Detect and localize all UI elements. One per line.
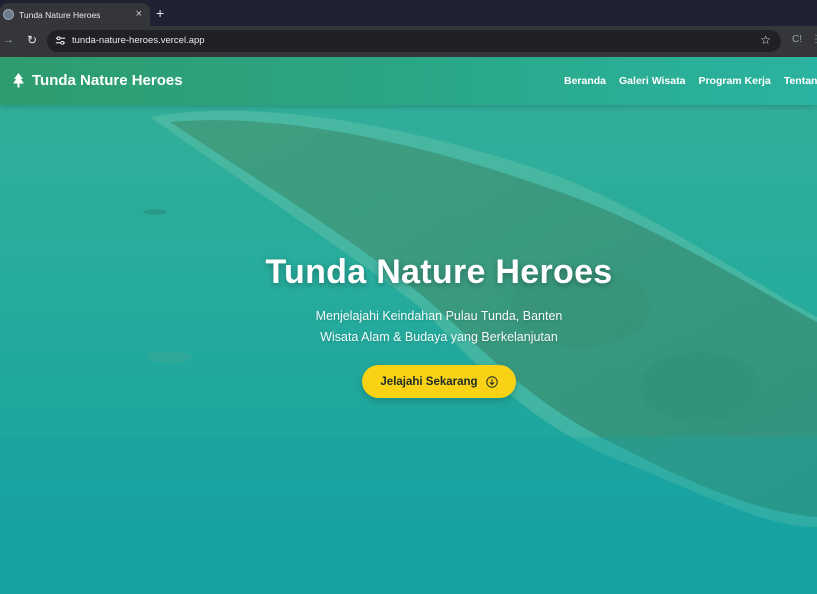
browser-tab-bar: Tunda Nature Heroes × + <box>0 0 817 26</box>
nav-link-galeri-wisata[interactable]: Galeri Wisata <box>619 75 685 87</box>
tab-favicon-icon <box>3 9 14 20</box>
bookmark-star-icon[interactable]: ☆ <box>760 33 771 47</box>
tab-title: Tunda Nature Heroes <box>19 9 101 20</box>
explore-now-label: Jelajahi Sekarang <box>380 375 478 388</box>
forward-icon[interactable]: → <box>3 34 14 46</box>
menu-icon[interactable]: ⋮ <box>811 34 817 45</box>
url-text[interactable]: tunda-nature-heroes.vercel.app <box>72 35 205 46</box>
nav-links: Beranda Galeri Wisata Program Kerja Tent… <box>564 75 817 87</box>
nav-link-beranda[interactable]: Beranda <box>564 75 606 87</box>
new-tab-button[interactable]: + <box>156 5 164 21</box>
brand-name: Tunda Nature Heroes <box>32 72 183 89</box>
address-bar[interactable]: tunda-nature-heroes.vercel.app ☆ <box>47 30 781 52</box>
site-info-icon[interactable] <box>55 35 66 46</box>
arrow-down-circle-icon <box>485 375 498 388</box>
nav-link-program-kerja[interactable]: Program Kerja <box>698 75 770 87</box>
extension-icon[interactable]: C! <box>792 34 802 45</box>
reload-icon[interactable]: ↻ <box>27 33 37 47</box>
hero-subtitle: Menjelajahi Keindahan Pulau Tunda, Bante… <box>0 306 817 348</box>
tree-icon <box>13 72 24 87</box>
tab-close-icon[interactable]: × <box>136 7 142 21</box>
explore-now-button[interactable]: Jelajahi Sekarang <box>362 365 516 398</box>
browser-tab[interactable]: Tunda Nature Heroes × <box>0 3 150 26</box>
nav-link-tentang[interactable]: Tentang <box>784 75 817 87</box>
site-brand[interactable]: Tunda Nature Heroes <box>12 72 183 89</box>
hero-section: Tunda Nature Heroes Beranda Galeri Wisat… <box>0 57 817 594</box>
hero-content: Tunda Nature Heroes Menjelajahi Keindaha… <box>0 253 817 398</box>
hero-subtitle-line-2: Wisata Alam & Budaya yang Berkelanjutan <box>320 330 558 344</box>
hero-subtitle-line-1: Menjelajahi Keindahan Pulau Tunda, Bante… <box>315 309 563 323</box>
site-navbar: Tunda Nature Heroes Beranda Galeri Wisat… <box>0 57 817 105</box>
hero-title: Tunda Nature Heroes <box>265 253 613 291</box>
browser-toolbar: → ↻ tunda-nature-heroes.vercel.app ☆ C! … <box>0 26 817 57</box>
